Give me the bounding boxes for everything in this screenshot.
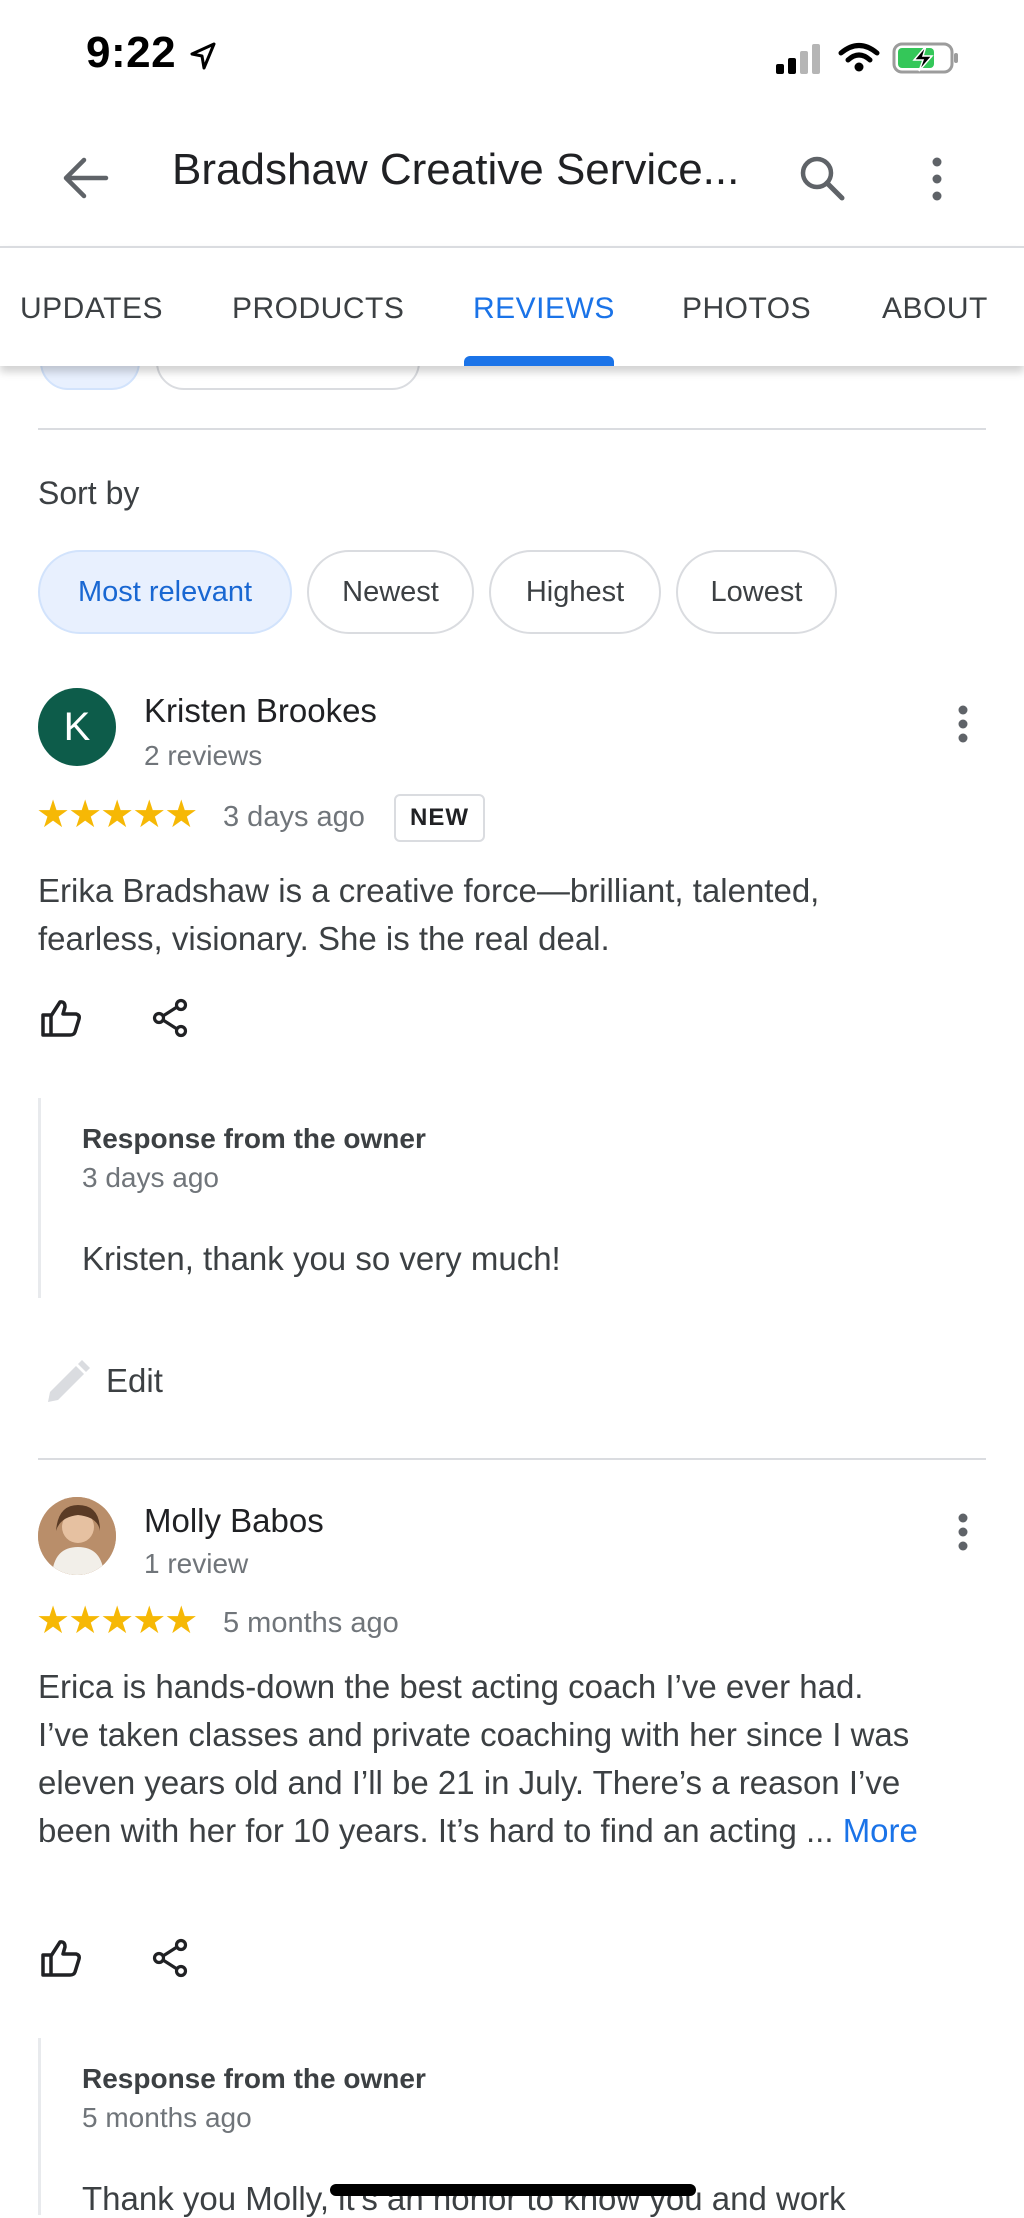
review-text: Erica is hands-down the best acting coac… bbox=[38, 1663, 918, 1855]
sort-chip-newest[interactable]: Newest bbox=[307, 550, 474, 634]
tab-bar: UPDATES PRODUCTS REVIEWS PHOTOS ABOUT bbox=[0, 246, 1024, 366]
review-menu-icon[interactable] bbox=[956, 704, 970, 744]
profile-photo bbox=[38, 1497, 116, 1575]
thumbs-up-icon[interactable] bbox=[40, 998, 82, 1038]
owner-response-text: Kristen, thank you so very much! bbox=[82, 1240, 561, 1277]
avatar[interactable] bbox=[38, 1497, 116, 1575]
back-arrow-icon[interactable] bbox=[62, 156, 110, 200]
more-link[interactable]: More bbox=[843, 1812, 918, 1849]
share-icon[interactable] bbox=[152, 998, 188, 1038]
response-bar bbox=[38, 1098, 41, 1298]
review-date: 5 months ago bbox=[223, 1607, 399, 1639]
reviewer-name[interactable]: Molly Babos bbox=[144, 1502, 324, 1540]
tab-reviews[interactable]: REVIEWS bbox=[473, 292, 615, 326]
owner-response-title: Response from the owner bbox=[82, 2063, 426, 2094]
wifi-icon bbox=[838, 43, 880, 72]
thumbs-up-icon[interactable] bbox=[40, 1938, 82, 1978]
home-indicator[interactable] bbox=[330, 2184, 696, 2196]
owner-response-date: 5 months ago bbox=[82, 2102, 252, 2133]
tab-photos[interactable]: PHOTOS bbox=[682, 292, 811, 326]
new-badge: NEW bbox=[394, 794, 485, 842]
tab-products[interactable]: PRODUCTS bbox=[232, 292, 404, 326]
reviewer-name[interactable]: Kristen Brookes bbox=[144, 692, 377, 730]
reviewer-review-count: 1 review bbox=[144, 1548, 249, 1579]
divider bbox=[38, 1458, 986, 1460]
avatar[interactable]: K bbox=[38, 688, 116, 766]
pencil-icon[interactable] bbox=[44, 1360, 90, 1406]
star-rating: ★★★★★ bbox=[36, 1600, 198, 1642]
sort-chip-highest[interactable]: Highest bbox=[489, 550, 661, 634]
tab-about[interactable]: ABOUT bbox=[882, 292, 988, 326]
tab-updates[interactable]: UPDATES bbox=[20, 292, 163, 326]
location-arrow-icon bbox=[190, 42, 216, 70]
reviewer-review-count: 2 reviews bbox=[144, 740, 263, 771]
response-bar bbox=[38, 2038, 41, 2215]
review-text-body: Erica is hands-down the best acting coac… bbox=[38, 1668, 910, 1849]
search-icon[interactable] bbox=[798, 154, 846, 202]
star-rating: ★★★★★ bbox=[36, 794, 198, 836]
edit-button[interactable]: Edit bbox=[106, 1362, 163, 1400]
sort-label: Sort by bbox=[38, 475, 140, 511]
divider bbox=[38, 428, 986, 430]
sort-chip-lowest[interactable]: Lowest bbox=[676, 550, 837, 634]
review-date: 3 days ago bbox=[223, 801, 365, 833]
status-time: 9:22 bbox=[86, 28, 177, 77]
page-title: Bradshaw Creative Service... bbox=[172, 145, 740, 194]
active-tab-indicator bbox=[464, 356, 614, 366]
review-menu-icon[interactable] bbox=[956, 1512, 970, 1552]
share-icon[interactable] bbox=[152, 1938, 188, 1978]
more-vert-icon[interactable] bbox=[927, 156, 947, 202]
owner-response-date: 3 days ago bbox=[82, 1162, 219, 1193]
review-text: Erika Bradshaw is a creative force—brill… bbox=[38, 872, 820, 957]
signal-icon bbox=[776, 44, 820, 74]
battery-charging-icon bbox=[892, 42, 958, 74]
sort-chip-most-relevant[interactable]: Most relevant bbox=[38, 550, 292, 634]
owner-response-title: Response from the owner bbox=[82, 1123, 426, 1154]
